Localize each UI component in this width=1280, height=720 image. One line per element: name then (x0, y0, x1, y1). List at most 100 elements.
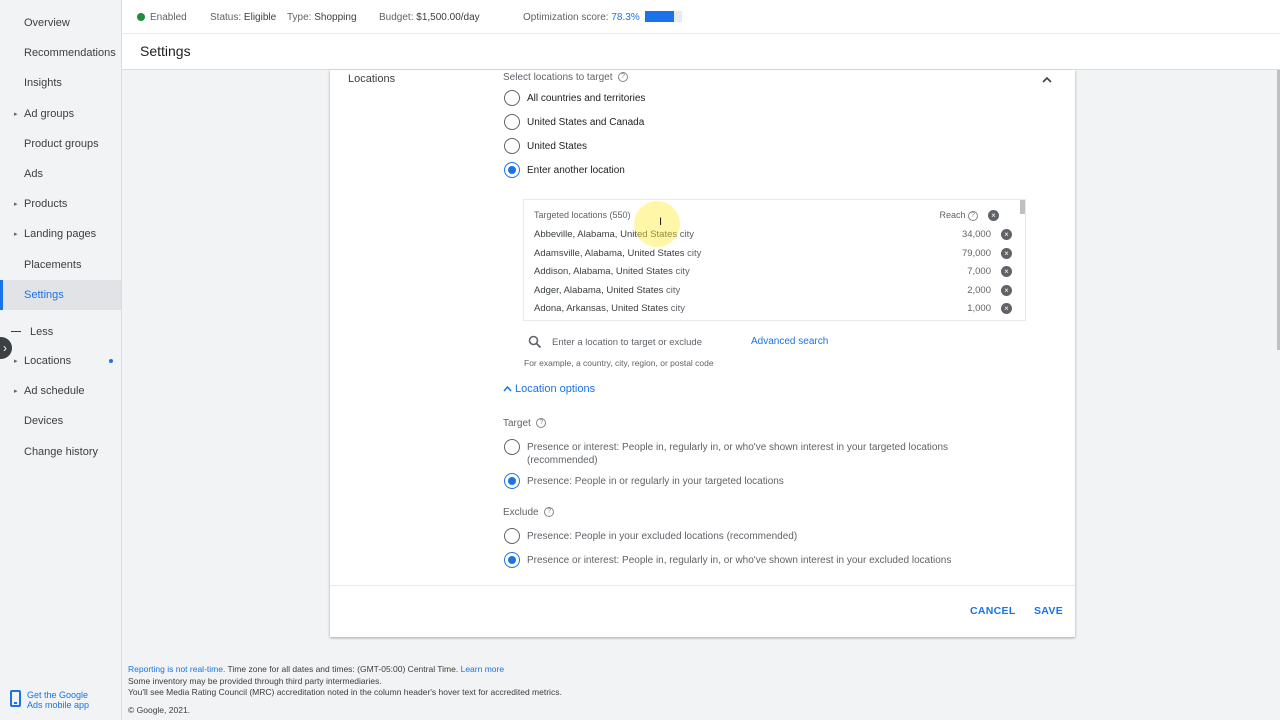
location-search-input[interactable] (552, 335, 732, 350)
footer-line1: Reporting is not real-time. Time zone fo… (128, 664, 562, 676)
radio-label: Presence: People in your excluded locati… (527, 531, 798, 542)
sidebar-item-label: Devices (24, 415, 64, 428)
loc-option[interactable]: Enter another location (504, 162, 625, 178)
location-name: Adger, Alabama, United States city (534, 285, 680, 296)
help-icon[interactable]: ? (618, 72, 629, 83)
location-row: Adona, Arkansas, United States city 1,000… (534, 300, 1012, 318)
location-name: Abbeville, Alabama, United States city (534, 229, 694, 240)
location-reach: 1,000 (967, 303, 991, 315)
section-label: Locations (348, 73, 396, 85)
mobile-app-line1: Get the Google (27, 690, 89, 700)
sidebar-item-label: Product groups (24, 137, 99, 150)
sidebar-item-landing-pages[interactable]: ▸ Landing pages (0, 219, 121, 249)
sidebar-item-label: Landing pages (24, 228, 97, 241)
target-text: Target (503, 418, 531, 429)
sidebar-item-label: Overview (24, 17, 70, 29)
location-name: Addison, Alabama, United States city (534, 266, 690, 277)
radio-unchecked[interactable] (504, 138, 520, 154)
target-label: Target ? (503, 418, 547, 429)
radio-unchecked[interactable] (504, 528, 520, 544)
chevron-up-icon (503, 385, 512, 392)
radio-label: United States (527, 141, 588, 152)
budget-value: $1,500.00/day (416, 12, 480, 23)
radio-unchecked[interactable] (504, 90, 520, 106)
location-reach: 79,000 (961, 247, 991, 259)
campaign-status-bar: Enabled Status: Eligible Type: Shopping … (122, 0, 1280, 34)
help-icon[interactable]: ? (544, 507, 555, 518)
radio-label: Presence: People in or regularly in your… (527, 476, 784, 487)
radio-checked[interactable] (504, 162, 520, 178)
loc-option[interactable]: United States (504, 138, 588, 154)
advanced-search-link[interactable]: Advanced search (751, 336, 828, 347)
sidebar-item-label: Ads (24, 168, 43, 180)
radio-checked[interactable] (504, 552, 520, 568)
exclude-option[interactable]: Presence: People in your excluded locati… (504, 528, 798, 544)
location-name-text: Abbeville, Alabama, United States (534, 229, 678, 240)
location-type: city (675, 266, 690, 278)
sidebar-item-product-groups[interactable]: Product groups (0, 129, 121, 159)
exclude-option[interactable]: Presence or interest: People in, regular… (504, 552, 951, 568)
remove-icon[interactable]: × (1001, 247, 1012, 259)
caret-right-icon: ▸ (14, 358, 18, 365)
sidebar-item-overview[interactable]: Overview (0, 8, 121, 38)
location-row: Adamsville, Alabama, United States city 7… (534, 245, 1012, 263)
remove-icon[interactable]: × (1001, 229, 1012, 240)
sidebar-item-ad-schedule[interactable]: ▸ Ad schedule (0, 376, 121, 406)
remove-icon[interactable]: × (1001, 284, 1012, 296)
loc-option[interactable]: United States and Canada (504, 114, 644, 130)
caret-right-icon: ▸ (14, 231, 18, 239)
remove-all-icon[interactable]: × (988, 210, 999, 221)
footer-line2: Some inventory may be provided through t… (128, 675, 382, 686)
list-scrollbar[interactable] (1020, 200, 1025, 214)
radio-label: Presence or interest: People in, regular… (527, 442, 949, 466)
sidebar-item-change-history[interactable]: Change history (0, 437, 121, 467)
sidebar-item-label: Locations (24, 355, 72, 367)
exclude-label: Exclude ? (503, 507, 555, 518)
copyright: © Google, 2021. (128, 704, 191, 715)
target-option[interactable]: Presence or interest: People in, regular… (504, 439, 987, 467)
radio-unchecked[interactable] (504, 114, 520, 130)
sidebar-item-products[interactable]: ▸ Products (0, 189, 121, 219)
optimization-score-bar (645, 11, 682, 22)
save-button[interactable]: SAVE (1034, 605, 1063, 617)
optimization-score[interactable]: Optimization score: 78.3% (523, 12, 640, 23)
sidebar-item-label: Settings (24, 288, 64, 301)
chevron-up-icon[interactable] (1041, 74, 1053, 86)
help-icon[interactable]: ? (967, 210, 978, 221)
sidebar: Overview Recommendations Insights ▸ Ad group… (0, 0, 122, 720)
location-reach: 2,000 (967, 284, 991, 296)
remove-icon[interactable]: × (1001, 303, 1012, 315)
targeted-count: Targeted locations (550) (534, 210, 631, 220)
sidebar-item-insights[interactable]: Insights (0, 68, 121, 98)
target-option[interactable]: Presence: People in or regularly in your… (504, 473, 784, 489)
sidebar-less-toggle[interactable]: Less (0, 317, 121, 347)
remove-icon[interactable]: × (1001, 266, 1012, 278)
radio-unchecked[interactable] (504, 439, 520, 455)
reporting-link[interactable]: Reporting is not real-time. (128, 664, 225, 674)
sidebar-item-recommendations[interactable]: Recommendations (0, 38, 121, 68)
type-label: Type: (287, 12, 312, 23)
sidebar-item-ad-groups[interactable]: ▸ Ad groups (0, 99, 121, 129)
sidebar-item-ads[interactable]: Ads (0, 159, 121, 189)
radio-checked[interactable] (504, 473, 520, 489)
mobile-app-link[interactable]: Get the Google Ads mobile app (10, 688, 115, 714)
cancel-button[interactable]: CANCEL (970, 605, 1016, 617)
sidebar-item-devices[interactable]: Devices (0, 406, 121, 436)
sidebar-item-settings[interactable]: Settings (0, 279, 121, 310)
loc-option[interactable]: All countries and territories (504, 90, 645, 106)
sidebar-item-label: Insights (24, 77, 62, 90)
location-options-toggle[interactable]: Location options (503, 383, 595, 395)
learn-more-link[interactable]: Learn more (461, 664, 504, 674)
eligibility: Status: Eligible (210, 12, 276, 23)
location-row: Adger, Alabama, United States city 2,000 × (534, 282, 1012, 300)
text-cursor-icon: I (659, 216, 663, 228)
budget[interactable]: Budget: $1,500.00/day (379, 12, 480, 23)
sidebar-item-label: Ad groups (24, 107, 75, 120)
status-enabled[interactable]: Enabled (137, 12, 187, 23)
search-icon (528, 335, 542, 349)
minus-icon (11, 331, 21, 332)
notification-dot-icon (109, 359, 113, 363)
sidebar-item-placements[interactable]: Placements (0, 250, 121, 280)
sidebar-item-locations[interactable]: ▸ Locations (0, 346, 121, 376)
help-icon[interactable]: ? (536, 418, 547, 429)
